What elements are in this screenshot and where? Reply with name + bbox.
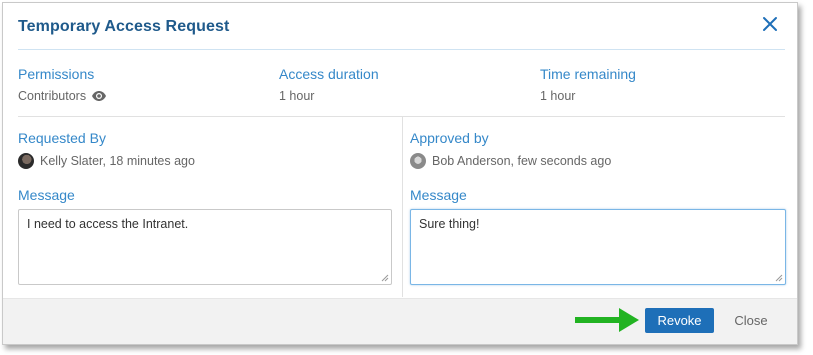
approved-by-label: Approved by — [410, 130, 489, 146]
avatar — [410, 153, 426, 169]
permissions-value-text: Contributors — [18, 89, 87, 103]
resize-handle-icon[interactable] — [775, 274, 783, 282]
access-duration-value: 1 hour — [279, 89, 315, 103]
title-divider — [18, 49, 785, 50]
time-remaining-value: 1 hour — [540, 89, 576, 103]
dialog-footer: Revoke Close — [3, 298, 797, 344]
permissions-value: Contributors — [18, 89, 107, 103]
close-button[interactable]: Close — [727, 308, 775, 333]
time-remaining-label: Time remaining — [540, 66, 636, 82]
arrow-right-icon — [575, 308, 639, 332]
column-divider — [402, 117, 403, 297]
avatar — [18, 153, 34, 169]
approved-message-label: Message — [410, 187, 467, 203]
requested-message-label: Message — [18, 187, 75, 203]
resize-handle-icon[interactable] — [381, 274, 389, 282]
requested-by-value: Kelly Slater, 18 minutes ago — [18, 153, 195, 169]
close-icon[interactable] — [761, 15, 779, 33]
requested-by-label: Requested By — [18, 130, 106, 146]
eye-icon[interactable] — [91, 90, 107, 102]
approved-message-text: Sure thing! — [419, 217, 480, 231]
requested-message-text: I need to access the Intranet. — [27, 217, 189, 231]
permissions-label: Permissions — [18, 66, 95, 82]
temporary-access-dialog: Temporary Access Request Permissions Con… — [2, 2, 798, 345]
revoke-button[interactable]: Revoke — [645, 308, 714, 333]
approved-by-text: Bob Anderson, few seconds ago — [432, 154, 612, 168]
dialog-title: Temporary Access Request — [18, 18, 230, 35]
requested-message-field[interactable]: I need to access the Intranet. — [18, 209, 392, 285]
requested-by-text: Kelly Slater, 18 minutes ago — [40, 154, 195, 168]
approved-by-value: Bob Anderson, few seconds ago — [410, 153, 611, 169]
access-duration-label: Access duration — [279, 66, 379, 82]
approved-message-field[interactable]: Sure thing! — [410, 209, 786, 285]
